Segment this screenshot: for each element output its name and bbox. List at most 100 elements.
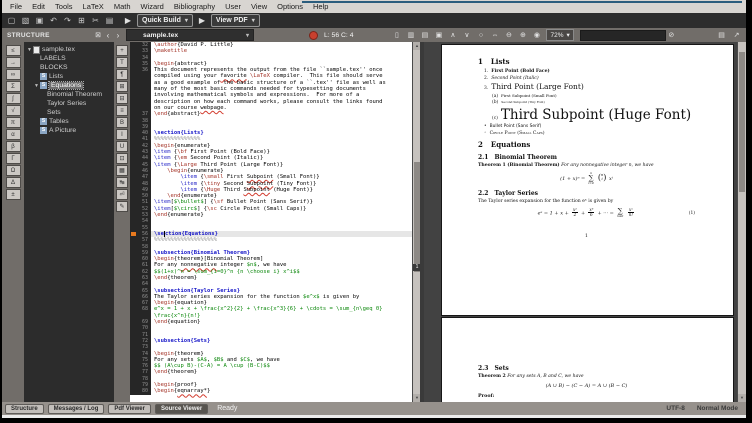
one-page-icon[interactable]: ▯ [391,30,402,41]
tree-item-tables[interactable]: STables [24,117,114,126]
continuous-mode-icon[interactable]: ▤ [419,30,430,41]
menu-user[interactable]: User [220,0,246,13]
cut-icon[interactable]: ✂ [89,15,102,27]
tree-item-sample-tex[interactable]: ▼sample.tex [24,45,114,54]
menu-tools[interactable]: Tools [50,0,78,13]
redo-icon[interactable]: ↷ [61,15,74,27]
search-icon[interactable]: ⊘ [666,30,677,41]
view-pdf-label: View PDF [216,17,248,24]
save-file-icon[interactable]: ▣ [33,15,46,27]
symbol-panel-icon[interactable]: ± [6,189,21,200]
two-pages-icon[interactable]: ▥ [405,30,416,41]
menu-file[interactable]: File [5,0,27,13]
symbol-panel-icon[interactable]: √ [6,105,21,116]
edit-tool-icon[interactable]: ⏎ [116,189,128,200]
symbol-panel-icon[interactable]: Γ [6,153,21,164]
symbol-panel-icon[interactable]: ≤ [6,45,21,56]
pdf-scrollbar[interactable]: ▼ [737,42,746,402]
symbol-panel-icon[interactable]: Σ [6,81,21,92]
cursor-position-indicator: L: 56 C: 4 [324,32,353,39]
edit-tool-icon[interactable]: U [116,141,128,152]
next-document-icon[interactable]: › [113,31,123,40]
symbol-panel-icon[interactable]: α [6,129,21,140]
symbol-panel-icon[interactable]: π [6,117,21,128]
statusbar-tab-messages-log[interactable]: Messages / Log [48,404,105,414]
undo-icon[interactable]: ↶ [47,15,60,27]
magnifier-icon[interactable]: ◉ [531,30,542,41]
fit-width-icon[interactable]: ⇔ [489,30,500,41]
edit-tool-icon[interactable]: T [116,57,128,68]
copy-icon[interactable]: ⊞ [75,15,88,27]
statusbar-tab-source-viewer[interactable]: Source Viewer [155,404,208,414]
open-file-selector[interactable]: sample.tex ▾ [126,29,254,41]
viewer-window-controls: ▤↗ [716,30,742,41]
list-item-text: First Point (Bold Face) [491,69,550,74]
open-file-icon[interactable]: ▧ [19,15,32,27]
run-view-pdf-icon[interactable]: ▶ [196,16,208,25]
edit-tool-icon[interactable]: ⊡ [116,153,128,164]
symbol-panel-icon[interactable]: → [6,57,21,68]
edit-tool-icon[interactable]: I [116,129,128,140]
tree-item-sets[interactable]: Sets [24,108,114,117]
edit-tool-icon[interactable]: ≡ [116,105,128,116]
symbol-panel-icon[interactable]: β [6,141,21,152]
edit-tool-icon[interactable]: ▦ [116,165,128,176]
tree-item-binomial-theorem[interactable]: Binomial Theorem [24,90,114,99]
edit-tool-icon[interactable]: ⊞ [116,81,128,92]
menu-wizard[interactable]: Wizard [136,0,169,13]
prev-result-icon[interactable]: ∧ [447,30,458,41]
tree-item-a-picture[interactable]: SA Picture [24,126,114,135]
expand-arrow-icon[interactable]: ▼ [33,83,40,89]
taylor-intro-text: The Taylor series expansion for the func… [478,199,695,204]
pdf-scrollbar-thumb[interactable] [739,52,745,192]
scroll-down-icon[interactable]: ▼ [738,394,746,402]
subsection-title: Taylor Series [494,190,538,197]
detach-viewer-icon[interactable]: ↗ [731,30,742,41]
refresh-icon[interactable]: ○ [475,30,486,41]
menu-bibliography[interactable]: Bibliography [169,0,220,13]
edit-tool-icon[interactable]: + [116,45,128,56]
symbol-panel-icon[interactable]: Ω [6,165,21,176]
statusbar-tab-structure[interactable]: Structure [5,404,44,414]
tree-item-equations[interactable]: ▼SEquations [24,81,114,90]
pdf-search-input[interactable] [580,30,666,41]
print-icon[interactable]: ▤ [716,30,727,41]
zoom-level-selector[interactable]: 72% ▾ [546,29,573,41]
symbol-panel-icon[interactable]: ∞ [6,69,21,80]
next-result-icon[interactable]: ∨ [461,30,472,41]
symbol-panel-strip: ≤→∞Σ∫√παβΓΩΔ± [2,42,24,402]
file-edit-icons: ▢▧▣↶↷⊞✂▤ [5,15,116,27]
editor-line-80[interactable]: 80\begin{eqnarray*} [130,388,412,394]
view-pdf-selector[interactable]: View PDF ▾ [211,14,260,27]
zoom-in-icon[interactable]: ⊕ [517,30,528,41]
edit-tool-icon[interactable]: ¶ [116,69,128,80]
tree-item-labels[interactable]: LABELS [24,54,114,63]
main-toolbar: ▢▧▣↶↷⊞✂▤ ▶ Quick Build ▾ ▶ View PDF ▾ [2,13,746,28]
fit-page-icon[interactable]: ▣ [433,30,444,41]
close-panel-icon[interactable]: ⊠ [93,31,103,39]
statusbar-tab-pdf-viewer[interactable]: Pdf Viewer [108,404,151,414]
menu-math[interactable]: Math [109,0,136,13]
tree-item-blocks[interactable]: BLOCKS [24,63,114,72]
run-quick-build-icon[interactable]: ▶ [122,16,134,25]
tree-item-taylor-series[interactable]: Taylor Series [24,99,114,108]
menu-view[interactable]: View [246,0,272,13]
source-editor[interactable]: 32\author{David P. Little}33\maketitle34… [130,42,412,402]
edit-tool-icon[interactable]: ✎ [116,201,128,212]
symbol-panel-icon[interactable]: Δ [6,177,21,188]
expand-arrow-icon[interactable]: ▼ [26,47,33,53]
quick-build-selector[interactable]: Quick Build ▾ [137,14,193,27]
symbol-panel-icon[interactable]: ∫ [6,93,21,104]
tree-item-lists[interactable]: SLists [24,72,114,81]
edit-tool-icon[interactable]: ⊟ [116,93,128,104]
edit-tool-icon[interactable]: B [116,117,128,128]
texmaker-window: FileEditToolsLaTeXMathWizardBibliography… [0,0,752,423]
new-file-icon[interactable]: ▢ [5,15,18,27]
zoom-out-icon[interactable]: ⊖ [503,30,514,41]
previous-document-icon[interactable]: ‹ [103,31,113,40]
menu-latex[interactable]: LaTeX [78,0,109,13]
menu-edit[interactable]: Edit [27,0,50,13]
edit-tool-icon[interactable]: ↹ [116,177,128,188]
paste-icon[interactable]: ▤ [103,15,116,27]
zoom-level-value: 72% [550,32,563,39]
